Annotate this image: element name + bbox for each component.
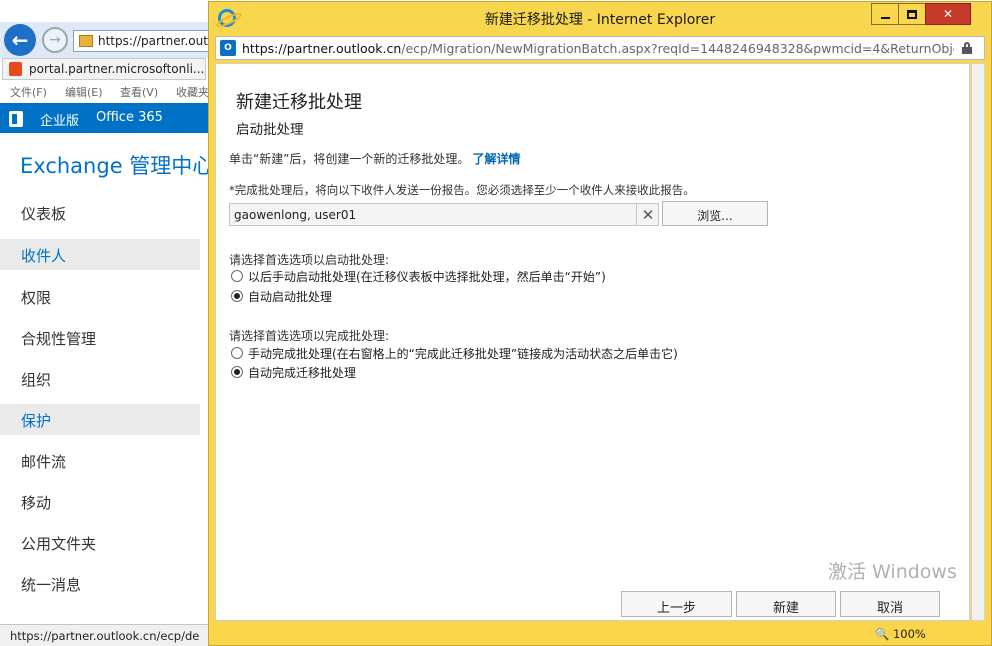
start-auto-label[interactable]: 自动启动批处理 [248, 288, 332, 305]
close-icon: ✕ [942, 7, 954, 21]
learn-more-link[interactable]: 了解详情 [472, 152, 520, 166]
nav-item-compliance[interactable]: 合规性管理 [0, 322, 200, 353]
nav-item-mobile[interactable]: 移动 [0, 486, 200, 517]
complete-manual-radio[interactable] [231, 347, 243, 359]
complete-auto-label[interactable]: 自动完成迁移批处理 [248, 364, 356, 381]
url-host: https://partner.outlook.cn [242, 41, 402, 56]
complete-auto-radio[interactable] [231, 366, 243, 378]
navbar-product[interactable]: Office 365 [96, 110, 163, 125]
nav-item-dashboard[interactable]: 仪表板 [0, 197, 200, 228]
maximize-button[interactable] [898, 3, 926, 25]
complete-option-label: 请选择首选选项以完成批处理: [229, 329, 390, 343]
menu-file[interactable]: 文件(F) [10, 84, 47, 100]
dialog-subtitle: 启动批处理 [236, 122, 304, 138]
maximize-icon [907, 9, 917, 19]
background-browser-tab[interactable]: portal.partner.microsoftonli... [2, 58, 206, 80]
minimize-button[interactable] [871, 3, 899, 25]
nav-item-public-folders[interactable]: 公用文件夹 [0, 527, 200, 558]
menu-view[interactable]: 查看(V) [120, 84, 158, 100]
start-manual-label[interactable]: 以后手动启动批处理(在迁移仪表板中选择批处理，然后单击“开始”) [248, 268, 606, 285]
cancel-button[interactable]: 取消 [840, 591, 940, 617]
back-button[interactable]: ← [4, 24, 36, 56]
nav-item-unified-messaging[interactable]: 统一消息 [0, 568, 200, 599]
window-titlebar[interactable]: 新建迁移批处理 - Internet Explorer ✕ [209, 2, 991, 34]
office-logo-icon[interactable] [9, 111, 23, 127]
menu-favorites[interactable]: 收藏夹 [176, 84, 209, 100]
new-button[interactable]: 新建 [736, 591, 836, 617]
report-note: *完成批处理后，将向以下收件人发送一份报告。您必须选择至少一个收件人来接收此报告… [229, 183, 695, 197]
nav-item-mail-flow[interactable]: 邮件流 [0, 445, 200, 476]
minimize-icon [880, 17, 890, 19]
background-tab-title: portal.partner.microsoftonli... [29, 62, 205, 76]
start-manual-radio[interactable] [231, 270, 243, 282]
popup-status-bar: 🔍 100% [215, 622, 985, 645]
menu-edit[interactable]: 编辑(E) [65, 84, 103, 100]
forward-button[interactable]: → [42, 27, 68, 53]
dialog-title: 新建迁移批处理 [236, 92, 362, 113]
page-icon [79, 35, 93, 47]
nav-item-permissions[interactable]: 权限 [0, 281, 200, 312]
browse-button[interactable]: 浏览... [662, 201, 768, 226]
report-recipients-field[interactable]: gaowenlong, user01 [229, 203, 659, 226]
nav-item-protection[interactable]: 保护 [0, 404, 200, 435]
close-button[interactable]: ✕ [925, 3, 971, 25]
complete-manual-label[interactable]: 手动完成批处理(在右窗格上的“完成此迁移批处理”链接成为活动状态之后单击它) [248, 345, 678, 362]
lock-icon[interactable] [962, 42, 972, 54]
office-tab-icon [9, 62, 22, 76]
background-url-text: https://partner.outl [98, 34, 212, 48]
dialog-content: 新建迁移批处理 启动批处理 单击“新建”后，将创建一个新的迁移批处理。 了解详情 … [215, 63, 970, 621]
nav-item-organization[interactable]: 组织 [0, 363, 200, 394]
vertical-scrollbar[interactable] [971, 63, 985, 621]
outlook-icon: O [220, 40, 236, 56]
background-status-bar: https://partner.outlook.cn/ecp/de [0, 624, 210, 646]
start-option-label: 请选择首选选项以启动批处理: [229, 253, 390, 267]
clear-recipients-icon[interactable]: ✕ [636, 203, 659, 226]
background-address-bar[interactable]: https://partner.outl [73, 30, 213, 52]
ie-popup-window: 新建迁移批处理 - Internet Explorer ✕ O https://… [208, 1, 992, 646]
exchange-admin-title: Exchange 管理中心 [20, 154, 214, 178]
zoom-level[interactable]: 🔍 100% [875, 627, 926, 641]
popup-url: https://partner.outlook.cn/ecp/Migration… [242, 41, 954, 56]
activate-windows-watermark: 激活 Windows [828, 561, 957, 583]
start-auto-radio[interactable] [231, 290, 243, 302]
nav-item-recipients[interactable]: 收件人 [0, 239, 200, 270]
navbar-edition: 企业版 [40, 114, 80, 129]
popup-address-bar[interactable]: O https://partner.outlook.cn/ecp/Migrati… [215, 36, 985, 60]
background-menu-bar: 文件(F) 编辑(E) 查看(V) 收藏夹 [0, 81, 210, 101]
back-step-button[interactable]: 上一步 [621, 591, 732, 617]
intro-text: 单击“新建”后，将创建一个新的迁移批处理。 了解详情 [229, 150, 520, 167]
url-path: /ecp/Migration/NewMigrationBatch.aspx?re… [401, 41, 954, 56]
intro-sentence: 单击“新建”后，将创建一个新的迁移批处理。 [229, 152, 470, 166]
